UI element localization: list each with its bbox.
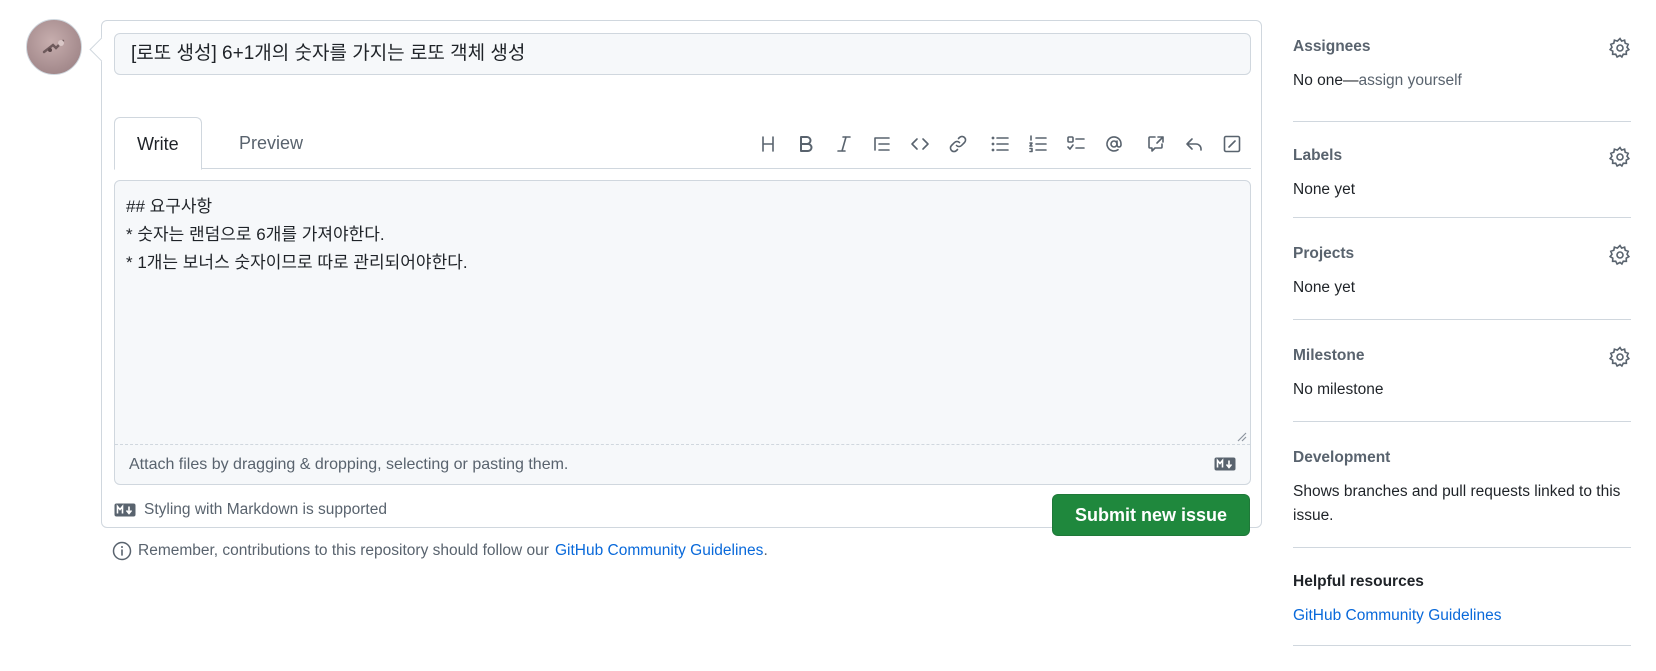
labels-value: None yet xyxy=(1293,181,1356,198)
development-heading: Development xyxy=(1293,449,1391,466)
sidebar-labels: Labels None yet xyxy=(1293,122,1631,218)
sidebar-helpful-resources: Helpful resources GitHub Community Guide… xyxy=(1293,548,1631,646)
tab-write[interactable]: Write xyxy=(114,117,202,170)
sidebar-milestone: Milestone No milestone xyxy=(1293,320,1631,422)
bold-icon[interactable] xyxy=(787,129,825,159)
sidebar-development: Development Shows branches and pull requ… xyxy=(1293,422,1631,548)
attach-files-area[interactable]: Attach files by dragging & dropping, sel… xyxy=(115,444,1250,484)
info-icon xyxy=(112,541,132,561)
sidebar-assignees: Assignees No one—assign yourself xyxy=(1293,35,1631,122)
community-guidelines-link[interactable]: GitHub Community Guidelines xyxy=(555,542,763,560)
unordered-list-icon[interactable] xyxy=(981,129,1019,159)
quote-icon[interactable] xyxy=(863,129,901,159)
gear-icon[interactable] xyxy=(1608,346,1631,368)
italic-icon[interactable] xyxy=(825,129,863,159)
editor-tabs: Write Preview xyxy=(114,97,1251,170)
milestone-heading[interactable]: Milestone xyxy=(1293,344,1631,368)
heading-icon[interactable] xyxy=(749,129,787,159)
markdown-icon xyxy=(114,503,136,517)
markdown-support-note: Styling with Markdown is supported xyxy=(114,499,387,521)
avatar-image-icon xyxy=(42,39,65,54)
new-issue-form: [로또 생성] 6+1개의 숫자를 가지는 로또 객체 생성 Write Pre… xyxy=(101,20,1262,536)
resize-handle-icon[interactable] xyxy=(1235,430,1247,442)
markdown-toolbar xyxy=(749,129,1251,159)
submit-new-issue-button[interactable]: Submit new issue xyxy=(1052,494,1250,536)
user-avatar xyxy=(26,19,82,75)
task-list-icon[interactable] xyxy=(1057,129,1095,159)
gear-icon[interactable] xyxy=(1608,244,1631,266)
body-line: * 숫자는 랜덤으로 6개를 가져야한다. xyxy=(126,225,385,244)
assignees-value: No one—assign yourself xyxy=(1293,72,1462,89)
gear-icon[interactable] xyxy=(1608,37,1631,59)
link-icon[interactable] xyxy=(939,129,977,159)
fullscreen-icon[interactable] xyxy=(1213,129,1251,159)
assignees-heading[interactable]: Assignees xyxy=(1293,35,1631,59)
projects-value: None yet xyxy=(1293,279,1356,296)
ordered-list-icon[interactable] xyxy=(1019,129,1057,159)
body-line: * 1개는 보너스 숫자이므로 따로 관리되어야한다. xyxy=(126,253,468,272)
assign-yourself-link[interactable]: assign yourself xyxy=(1358,72,1461,89)
projects-heading[interactable]: Projects xyxy=(1293,242,1631,266)
body-line: ## 요구사항 xyxy=(126,197,213,216)
reminder-text: Remember, contributions to this reposito… xyxy=(138,542,549,559)
tab-preview[interactable]: Preview xyxy=(217,117,325,170)
milestone-value: No milestone xyxy=(1293,381,1384,398)
markdown-icon xyxy=(1214,457,1236,471)
reminder-suffix: . xyxy=(763,542,768,559)
gear-icon[interactable] xyxy=(1608,146,1631,168)
reply-icon[interactable] xyxy=(1175,129,1213,159)
issue-body-editor: ## 요구사항 * 숫자는 랜덤으로 6개를 가져야한다. * 1개는 보너스 … xyxy=(114,180,1251,485)
issue-body-textarea[interactable]: ## 요구사항 * 숫자는 랜덤으로 6개를 가져야한다. * 1개는 보너스 … xyxy=(115,181,1250,444)
labels-heading[interactable]: Labels xyxy=(1293,144,1631,168)
issue-sidebar: Assignees No one—assign yourself Labels … xyxy=(1293,35,1631,646)
helpful-resources-heading: Helpful resources xyxy=(1293,573,1424,590)
contribution-reminder: Remember, contributions to this reposito… xyxy=(112,540,768,562)
sidebar-projects: Projects None yet xyxy=(1293,218,1631,320)
community-guidelines-sidebar-link[interactable]: GitHub Community Guidelines xyxy=(1293,604,1631,628)
cross-reference-icon[interactable] xyxy=(1137,129,1175,159)
issue-title-input[interactable]: [로또 생성] 6+1개의 숫자를 가지는 로또 객체 생성 xyxy=(114,33,1251,75)
development-value: Shows branches and pull requests linked … xyxy=(1293,483,1621,524)
code-icon[interactable] xyxy=(901,129,939,159)
markdown-note-text[interactable]: Styling with Markdown is supported xyxy=(144,501,387,519)
mention-icon[interactable] xyxy=(1095,129,1133,159)
